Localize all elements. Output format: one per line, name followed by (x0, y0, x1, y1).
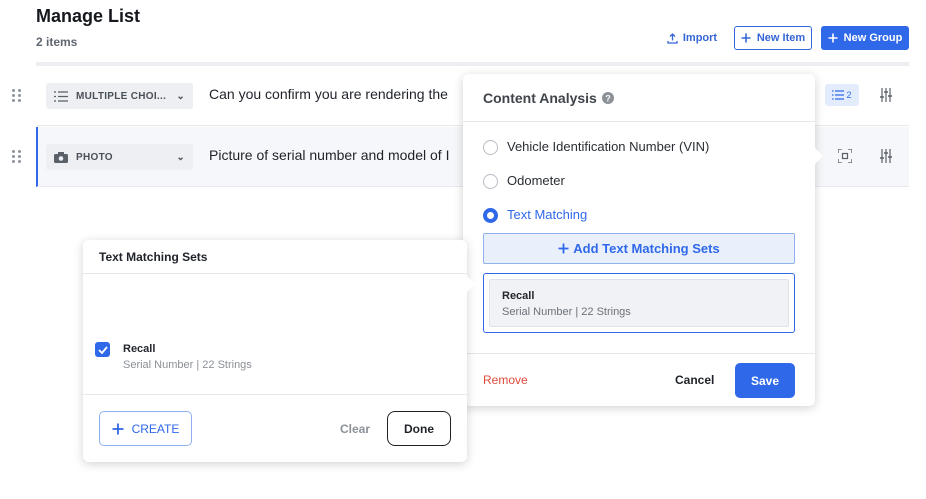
popover-footer-divider (83, 394, 467, 395)
choices-count: 2 (846, 90, 852, 100)
question-type-select[interactable]: MULTIPLE CHOI... ⌄ (46, 83, 193, 109)
done-button[interactable]: Done (387, 411, 451, 446)
question-type-label: MULTIPLE CHOI... (76, 90, 167, 102)
popover-header: Content Analysis ? (463, 74, 815, 122)
popover-title: Content Analysis (483, 89, 597, 106)
list-icon (832, 90, 845, 100)
checkmark-icon (97, 345, 108, 354)
drag-handle-icon[interactable] (12, 89, 24, 103)
choices-button[interactable]: 2 (825, 84, 859, 106)
set-meta: Serial Number | 22 Strings (123, 359, 252, 371)
popover-header: Text Matching Sets (83, 240, 467, 274)
chevron-down-icon: ⌄ (176, 151, 185, 163)
sliders-icon (880, 88, 892, 102)
option-label-text-matching[interactable]: Text Matching (507, 207, 587, 222)
upload-icon (667, 32, 678, 44)
set-name[interactable]: Recall (123, 343, 155, 355)
question-type-label: PHOTO (76, 151, 113, 163)
remove-button[interactable]: Remove (483, 373, 528, 387)
content-analysis-popover: Content Analysis ? Vehicle Identificatio… (463, 74, 815, 406)
plus-icon (741, 33, 751, 43)
settings-button[interactable] (873, 145, 899, 167)
camera-icon (54, 151, 68, 163)
selected-sets-box: Recall Serial Number | 22 Strings (483, 273, 795, 333)
popover-title: Text Matching Sets (99, 249, 208, 264)
radio-vin[interactable] (483, 140, 498, 155)
question-text[interactable]: Can you confirm you are rendering the (209, 86, 448, 102)
new-item-button[interactable]: New Item (734, 26, 812, 50)
create-label: CREATE (131, 421, 180, 436)
popover-caret (815, 148, 823, 164)
create-button[interactable]: CREATE (99, 411, 192, 446)
radio-text-matching[interactable] (483, 208, 498, 223)
option-label-odometer[interactable]: Odometer (507, 173, 565, 188)
sliders-icon (880, 149, 892, 163)
chevron-down-icon: ⌄ (176, 90, 185, 102)
question-text[interactable]: Picture of serial number and model of I (209, 147, 449, 163)
scan-icon (838, 149, 852, 163)
import-label: Import (682, 32, 718, 44)
content-analysis-button[interactable] (832, 145, 858, 167)
clear-button[interactable]: Clear (340, 422, 370, 436)
option-label-vin[interactable]: Vehicle Identification Number (VIN) (507, 139, 709, 154)
popover-footer-divider (463, 353, 815, 354)
import-button[interactable]: Import (660, 27, 724, 49)
new-item-label: New Item (756, 32, 806, 44)
plus-icon (828, 33, 838, 43)
drag-handle-icon[interactable] (12, 150, 24, 164)
plus-icon (112, 423, 124, 434)
add-text-matching-sets-button[interactable]: Add Text Matching Sets (483, 233, 795, 264)
help-icon[interactable]: ? (601, 91, 614, 104)
set-checkbox[interactable] (95, 342, 110, 357)
svg-text:?: ? (605, 93, 611, 103)
save-button[interactable]: Save (735, 363, 795, 398)
plus-icon (558, 243, 569, 254)
new-group-label: New Group (843, 32, 903, 44)
list-icon (54, 90, 68, 102)
set-meta: Serial Number | 22 Strings (502, 306, 631, 318)
question-type-select[interactable]: PHOTO ⌄ (46, 144, 193, 170)
add-sets-label: Add Text Matching Sets (573, 241, 720, 256)
radio-odometer[interactable] (483, 174, 498, 189)
item-count: 2 items (36, 35, 78, 49)
cancel-button[interactable]: Cancel (675, 373, 714, 387)
popover-caret (467, 276, 475, 292)
page-title: Manage List (36, 6, 141, 26)
text-matching-sets-popover: Text Matching Sets Recall Serial Number … (83, 240, 467, 462)
set-name: Recall (502, 290, 535, 302)
selected-set-item[interactable]: Recall Serial Number | 22 Strings (489, 279, 789, 327)
new-group-button[interactable]: New Group (821, 26, 909, 50)
settings-button[interactable] (873, 84, 899, 106)
